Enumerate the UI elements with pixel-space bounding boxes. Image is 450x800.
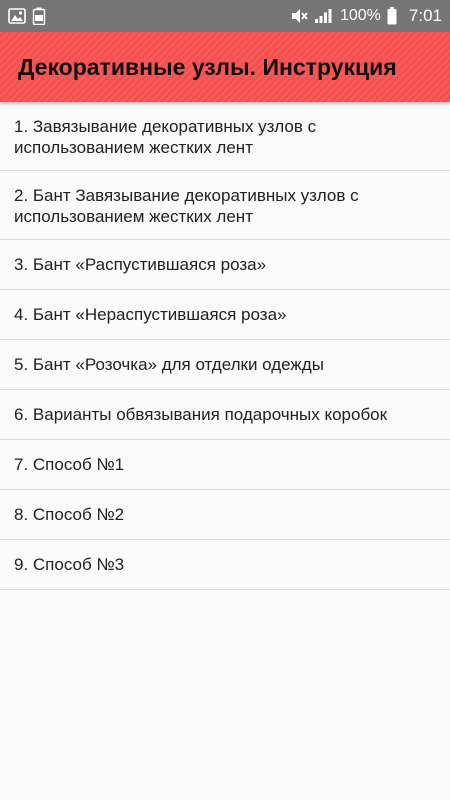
list-item-label: 4. Бант «Нераспустившаяся роза» xyxy=(14,305,287,324)
battery-icon xyxy=(387,7,397,25)
list-item-label: 1. Завязывание декоративных узлов с испо… xyxy=(14,116,317,157)
list-item-5[interactable]: 5. Бант «Розочка» для отделки одежды xyxy=(0,340,450,390)
list-item-label: 9. Способ №3 xyxy=(14,555,125,574)
list-item-label: 6. Варианты обвязывания подарочных короб… xyxy=(14,405,388,424)
status-bar: 100% 7:01 xyxy=(0,0,450,32)
app-bar: Декоративные узлы. Инструкция xyxy=(0,32,450,102)
list-item-label: 5. Бант «Розочка» для отделки одежды xyxy=(14,355,324,374)
list-item-9[interactable]: 9. Способ №3 xyxy=(0,540,450,590)
list-item-1[interactable]: 1. Завязывание декоративных узлов с испо… xyxy=(0,102,450,171)
status-bar-right: 100% 7:01 xyxy=(290,6,442,26)
list-item-8[interactable]: 8. Способ №2 xyxy=(0,490,450,540)
battery-percent: 100% xyxy=(339,7,381,24)
list-item-label: 8. Способ №2 xyxy=(14,505,125,524)
battery-saver-icon xyxy=(32,7,46,25)
app-title: Декоративные узлы. Инструкция xyxy=(18,53,397,80)
list-item-label: 7. Способ №1 xyxy=(14,455,125,474)
clock: 7:01 xyxy=(408,6,442,25)
list-item-3[interactable]: 3. Бант «Распустившаяся роза» xyxy=(0,240,450,290)
list-item-6[interactable]: 6. Варианты обвязывания подарочных короб… xyxy=(0,390,450,440)
mute-icon xyxy=(290,7,308,25)
instruction-list: 1. Завязывание декоративных узлов с испо… xyxy=(0,102,450,590)
list-item-2[interactable]: 2. Бант Завязывание декоративных узлов с… xyxy=(0,171,450,240)
list-item-label: 2. Бант Завязывание декоративных узлов с… xyxy=(14,185,359,226)
image-icon xyxy=(8,8,26,24)
signal-icon xyxy=(314,8,332,24)
status-bar-left xyxy=(8,7,46,25)
list-item-4[interactable]: 4. Бант «Нераспустившаяся роза» xyxy=(0,290,450,340)
list-item-7[interactable]: 7. Способ №1 xyxy=(0,440,450,490)
list-item-label: 3. Бант «Распустившаяся роза» xyxy=(14,255,267,274)
